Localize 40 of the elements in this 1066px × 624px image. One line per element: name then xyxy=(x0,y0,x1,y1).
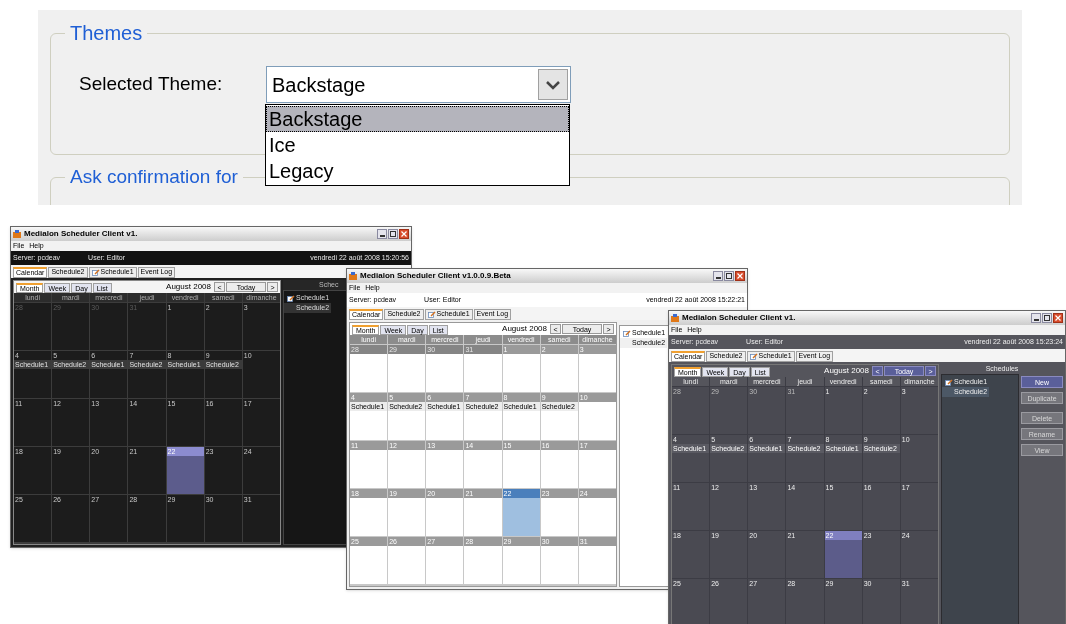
month-label: August 2008 xyxy=(502,323,547,335)
minimize-button[interactable] xyxy=(713,271,723,281)
window-title: Medialon Scheduler Client v1.0.0.9.Beta xyxy=(360,270,511,282)
minimize-button[interactable] xyxy=(377,229,387,239)
close-icon xyxy=(1055,315,1061,321)
close-button[interactable] xyxy=(1053,313,1063,323)
pencil-icon xyxy=(91,269,100,276)
minimize-icon xyxy=(715,277,721,279)
minimize-icon xyxy=(379,235,385,237)
maximize-icon xyxy=(1044,315,1050,321)
maximize-button[interactable] xyxy=(1042,313,1052,323)
minimize-icon xyxy=(1033,319,1039,321)
window-title: Medialon Scheduler Client v1. xyxy=(24,228,138,240)
close-icon xyxy=(401,231,407,237)
app-icon xyxy=(671,314,679,322)
minimize-button[interactable] xyxy=(1031,313,1041,323)
theme-label: Selected Theme: xyxy=(79,72,224,97)
dropdown-button[interactable] xyxy=(538,69,568,100)
close-button[interactable] xyxy=(735,271,745,281)
close-icon xyxy=(737,273,743,279)
close-button[interactable] xyxy=(399,229,409,239)
maximize-icon xyxy=(390,231,396,237)
pencil-icon xyxy=(749,353,758,360)
dropdown-option[interactable]: Legacy xyxy=(266,158,569,184)
pencil-icon xyxy=(623,329,631,337)
dropdown-option[interactable]: Backstage xyxy=(266,106,569,132)
theme-dropdown[interactable]: Backstage xyxy=(266,66,571,103)
dropdown-option[interactable]: Ice xyxy=(266,132,569,158)
chevron-down-icon xyxy=(546,79,560,90)
month-label: August 2008 xyxy=(166,281,211,293)
app-icon xyxy=(349,272,357,280)
window-title: Medialon Scheduler Client v1. xyxy=(682,312,796,324)
pencil-icon xyxy=(427,311,436,318)
maximize-button[interactable] xyxy=(388,229,398,239)
month-label: August 2008 xyxy=(824,365,869,377)
maximize-button[interactable] xyxy=(724,271,734,281)
pencil-icon xyxy=(287,294,295,302)
pencil-icon xyxy=(945,378,953,386)
maximize-icon xyxy=(726,273,732,279)
app-icon xyxy=(13,230,21,238)
